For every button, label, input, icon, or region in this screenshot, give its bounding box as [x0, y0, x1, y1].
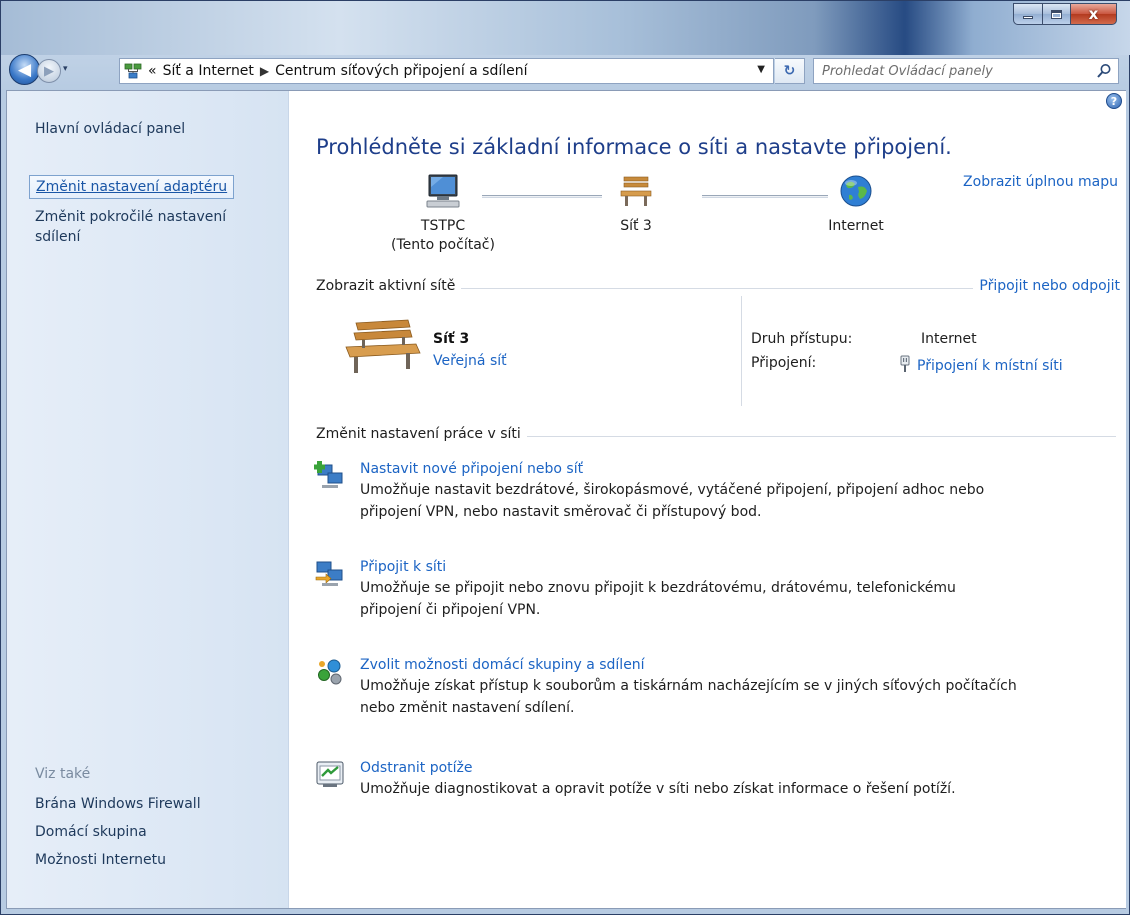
- window-frame: x ◀ ▶ ▾ « Síť a Internet ▶ Centrum síťov…: [0, 0, 1130, 915]
- task-description: nebo změnit nastavení sdílení.: [360, 700, 575, 716]
- task-title-link[interactable]: Připojit k síti: [360, 557, 1120, 577]
- network-type-link[interactable]: Veřejná síť: [433, 353, 507, 369]
- task-troubleshoot: Odstranit potíže Umožňuje diagnostikovat…: [316, 758, 1120, 800]
- recent-pages-dropdown[interactable]: ▾: [63, 64, 68, 74]
- task-setup-connection: Nastavit nové připojení nebo síť Umožňuj…: [314, 459, 1120, 523]
- back-button[interactable]: ◀: [9, 54, 40, 85]
- map-connector-line: [482, 195, 602, 198]
- refresh-button[interactable]: ↻: [775, 58, 805, 84]
- help-icon[interactable]: ?: [1106, 93, 1122, 109]
- ethernet-plug-icon: [899, 355, 911, 377]
- maximize-icon: [1051, 9, 1062, 19]
- map-connector-line: [702, 195, 828, 198]
- globe-icon: [816, 173, 896, 213]
- active-network-name: Síť 3: [433, 331, 470, 347]
- close-icon: x: [1088, 5, 1099, 23]
- map-computer-name: TSTPC: [420, 218, 466, 234]
- maximize-button[interactable]: [1042, 3, 1071, 25]
- page-title: Prohlédněte si základní informace o síti…: [316, 135, 952, 159]
- refresh-icon: ↻: [783, 63, 796, 79]
- forward-button[interactable]: ▶: [37, 59, 61, 83]
- task-description: Umožňuje se připojit nebo znovu připojit…: [360, 580, 956, 596]
- forward-arrow-icon: ▶: [44, 63, 54, 79]
- computer-icon: [408, 173, 478, 213]
- view-full-map-link[interactable]: Zobrazit úplnou mapu: [963, 174, 1118, 190]
- sidebar-link-change-adapter-settings[interactable]: Změnit nastavení adaptéru: [29, 175, 235, 199]
- troubleshoot-icon: [314, 758, 346, 790]
- breadcrumb-chevron-icon[interactable]: ▶: [260, 64, 269, 78]
- sidebar-link-internet-options[interactable]: Možnosti Internetu: [35, 850, 166, 870]
- task-title-link[interactable]: Odstranit potíže: [360, 758, 1120, 778]
- bench-icon: [606, 173, 666, 213]
- back-arrow-icon: ◀: [17, 59, 32, 80]
- sidebar-link-advanced-sharing[interactable]: Změnit pokročilé nastavení: [35, 207, 226, 227]
- sidebar-link-homegroup[interactable]: Domácí skupina: [35, 822, 147, 842]
- task-description: připojení VPN, nebo nastavit směrovač či…: [360, 504, 762, 520]
- address-bar[interactable]: « Síť a Internet ▶ Centrum síťových přip…: [119, 58, 774, 84]
- address-dropdown-icon[interactable]: ▼: [757, 64, 765, 75]
- search-icon[interactable]: [1096, 63, 1112, 83]
- map-internet-name: Internet: [828, 218, 884, 234]
- access-type-label: Druh přístupu:: [751, 331, 853, 347]
- task-description: připojení či připojení VPN.: [360, 602, 541, 618]
- breadcrumb-overflow[interactable]: «: [148, 63, 157, 79]
- window-controls: x: [1013, 3, 1117, 25]
- breadcrumb-network-internet[interactable]: Síť a Internet: [163, 63, 254, 79]
- breadcrumb-network-center[interactable]: Centrum síťových připojení a sdílení: [275, 63, 527, 79]
- search-input[interactable]: [822, 63, 1082, 79]
- connection-name: Připojení k místní síti: [917, 358, 1063, 374]
- task-title-link[interactable]: Zvolit možnosti domácí skupiny a sdílení: [360, 655, 1120, 675]
- close-button[interactable]: x: [1071, 3, 1117, 25]
- access-type-value: Internet: [921, 331, 977, 347]
- task-description: Umožňuje získat přístup k souborům a tis…: [360, 678, 1017, 694]
- connect-disconnect-link[interactable]: Připojit nebo odpojit: [973, 278, 1120, 294]
- homegroup-icon: [314, 655, 346, 687]
- sidebar-link-firewall[interactable]: Brána Windows Firewall: [35, 794, 201, 814]
- map-network-name: Síť 3: [620, 218, 652, 234]
- title-bar[interactable]: [1, 1, 1130, 55]
- map-computer-sub: (Tento počítač): [391, 237, 495, 253]
- connect-network-icon: [314, 557, 346, 589]
- see-also-label: Viz také: [35, 766, 91, 782]
- content-area: Hlavní ovládací panel Změnit nastavení a…: [6, 90, 1126, 909]
- vertical-divider: [741, 296, 742, 406]
- map-computer[interactable]: TSTPC: [408, 173, 478, 236]
- large-bench-icon: [342, 317, 422, 377]
- connections-label: Připojení:: [751, 355, 817, 371]
- change-settings-heading: Změnit nastavení práce v síti: [316, 426, 527, 442]
- task-connect-network: Připojit k síti Umožňuje se připojit neb…: [315, 557, 1120, 621]
- map-internet[interactable]: Internet: [816, 173, 896, 236]
- minimize-icon: [1023, 16, 1033, 19]
- sidebar-link-control-panel-home[interactable]: Hlavní ovládací panel: [35, 119, 185, 139]
- task-homegroup-sharing: Zvolit možnosti domácí skupiny a sdílení…: [318, 655, 1120, 719]
- main-pane: ? Prohlédněte si základní informace o sí…: [290, 91, 1126, 908]
- task-title-link[interactable]: Nastavit nové připojení nebo síť: [360, 459, 1120, 479]
- map-network[interactable]: Síť 3: [606, 173, 666, 236]
- network-control-panel-icon: [124, 62, 142, 80]
- connection-link[interactable]: Připojení k místní síti: [899, 355, 1063, 377]
- task-pane: Hlavní ovládací panel Změnit nastavení a…: [7, 91, 289, 908]
- search-box[interactable]: [813, 58, 1119, 84]
- new-connection-icon: [314, 459, 346, 491]
- task-description: Umožňuje nastavit bezdrátové, širokopásm…: [360, 482, 985, 498]
- sidebar-link-advanced-sharing-line2[interactable]: sdílení: [35, 227, 80, 247]
- active-networks-heading: Zobrazit aktivní sítě: [316, 278, 462, 294]
- task-description: Umožňuje diagnostikovat a opravit potíže…: [360, 781, 956, 797]
- minimize-button[interactable]: [1013, 3, 1042, 25]
